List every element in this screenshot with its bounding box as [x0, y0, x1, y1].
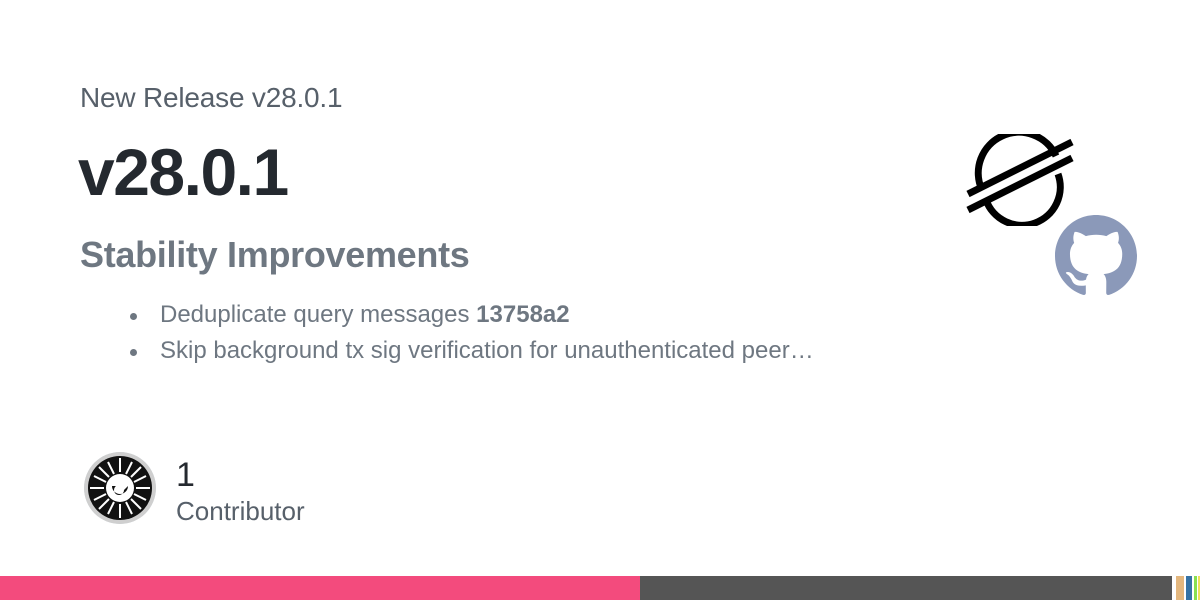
language-bar-segment	[0, 576, 640, 600]
release-note-item: Deduplicate query messages 13758a2	[126, 300, 814, 336]
release-title: v28.0.1	[78, 135, 289, 209]
release-note-text: Deduplicate query messages	[160, 301, 477, 328]
release-subtitle: Stability Improvements	[80, 234, 470, 275]
release-eyebrow: New Release v28.0.1	[80, 82, 343, 113]
language-bar-segment	[639, 576, 1172, 600]
contributor-count: 1	[176, 456, 195, 494]
release-note-item: Skip background tx sig verification for …	[126, 336, 814, 372]
github-octocat-icon	[1055, 215, 1137, 295]
contributor-avatar[interactable]	[84, 452, 156, 524]
avatar-pattern-icon	[84, 452, 156, 524]
commit-hash-link[interactable]: 13758a2	[476, 301, 569, 328]
release-note-text: Skip background tx sig verification for …	[160, 337, 814, 364]
contributor-label: Contributor	[176, 496, 305, 526]
language-bar	[0, 576, 1200, 600]
language-bar-segment	[1175, 576, 1185, 600]
release-notes-list: Deduplicate query messages 13758a2 Skip …	[126, 300, 814, 372]
stellar-logo-icon	[966, 134, 1074, 226]
